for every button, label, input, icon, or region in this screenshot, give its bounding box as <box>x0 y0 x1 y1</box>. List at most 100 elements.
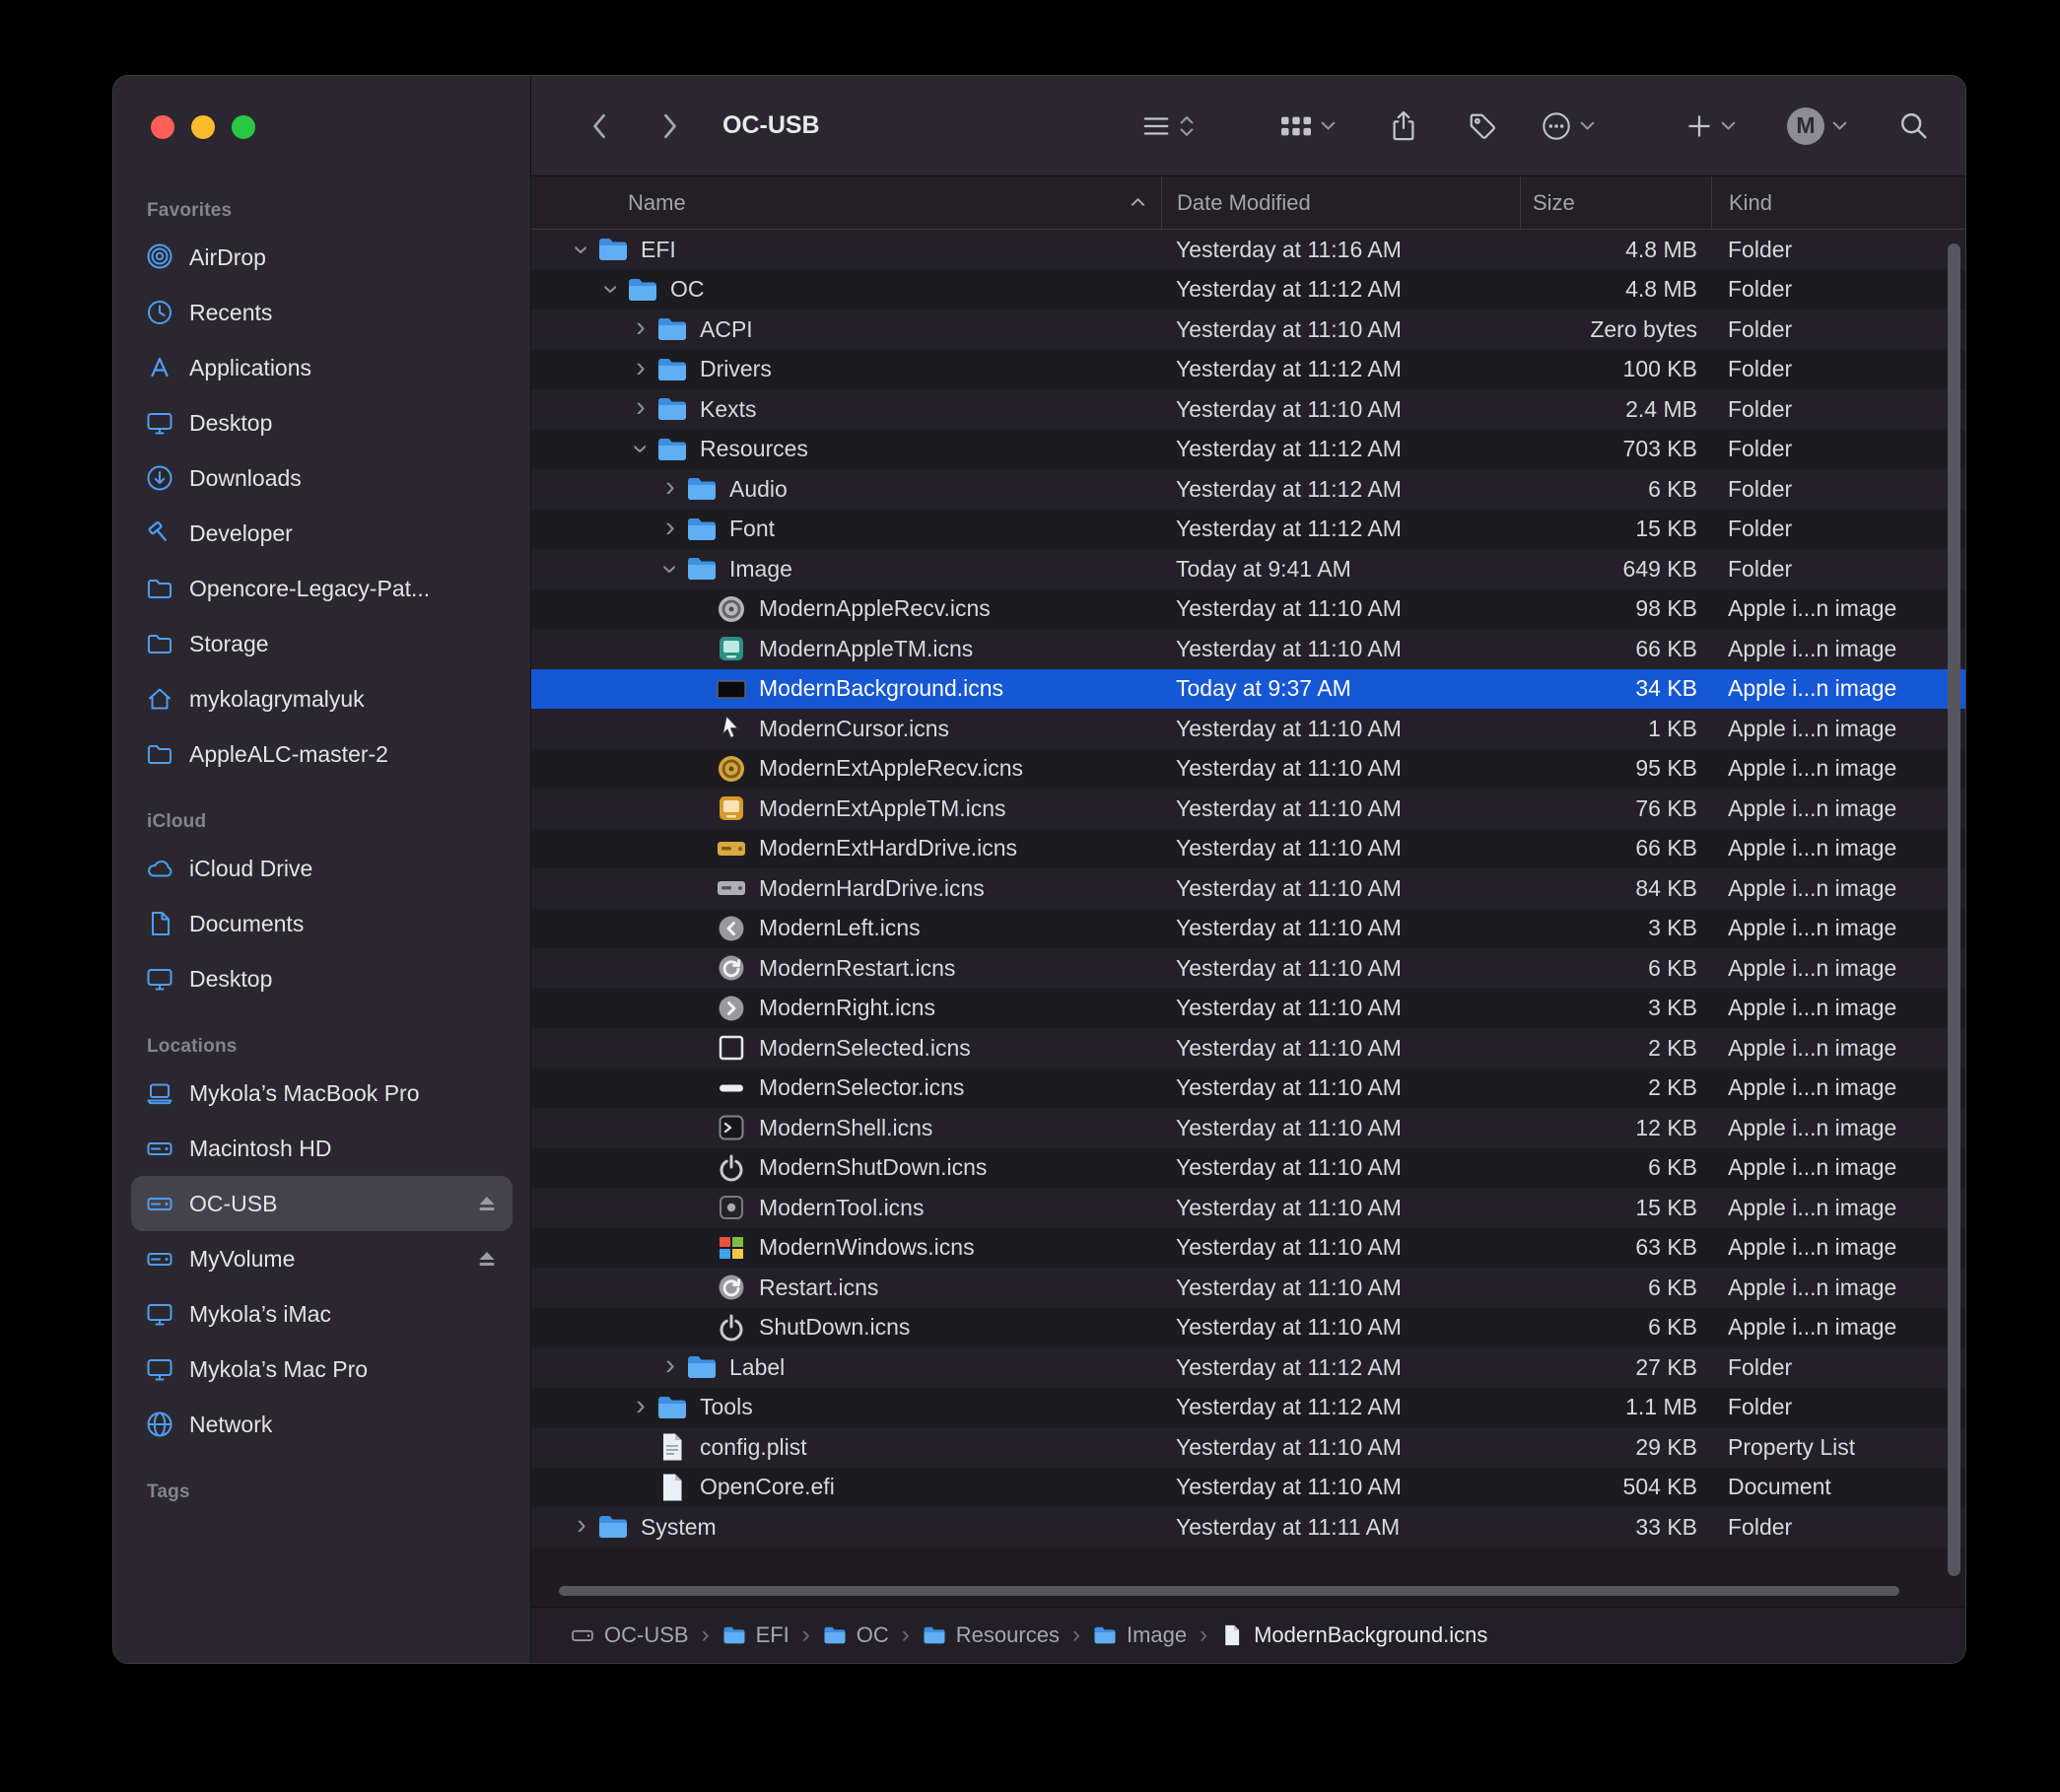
file-row-resources[interactable]: ›ResourcesYesterday at 11:12 AM703 KBFol… <box>531 430 1965 470</box>
disclosure-closed-icon[interactable]: › <box>626 354 655 382</box>
zoom-button[interactable] <box>232 115 255 139</box>
sidebar-item-desktop[interactable]: Desktop <box>131 395 513 450</box>
search-button[interactable] <box>1898 110 1930 142</box>
file-row-modernextapplerecv-icns[interactable]: ModernExtAppleRecv.icnsYesterday at 11:1… <box>531 749 1965 790</box>
disclosure-closed-icon[interactable]: › <box>626 1392 655 1420</box>
sidebar-item-mykola-s-mac-pro[interactable]: Mykola’s Mac Pro <box>131 1342 513 1397</box>
account-button[interactable]: M <box>1787 107 1847 145</box>
column-header-kind[interactable]: Kind <box>1711 176 1965 229</box>
sidebar-item-storage[interactable]: Storage <box>131 616 513 671</box>
file-row-modernbackground-icns[interactable]: ModernBackground.icnsToday at 9:37 AM34 … <box>531 669 1965 710</box>
disclosure-open-icon[interactable]: › <box>568 235 596 264</box>
sidebar-item-recents[interactable]: Recents <box>131 285 513 340</box>
file-row-audio[interactable]: ›AudioYesterday at 11:12 AM6 KBFolder <box>531 469 1965 510</box>
column-header-date-modified[interactable]: Date Modified <box>1161 176 1520 229</box>
file-row-acpi[interactable]: ›ACPIYesterday at 11:10 AMZero bytesFold… <box>531 310 1965 350</box>
file-row-tools[interactable]: ›ToolsYesterday at 11:12 AM1.1 MBFolder <box>531 1388 1965 1428</box>
sidebar-item-downloads[interactable]: Downloads <box>131 450 513 506</box>
file-row-modernextharddrive-icns[interactable]: ModernExtHardDrive.icnsYesterday at 11:1… <box>531 829 1965 869</box>
minimize-button[interactable] <box>191 115 215 139</box>
sidebar-item-oc-usb[interactable]: OC-USB <box>131 1176 513 1231</box>
file-row-restart-icns[interactable]: Restart.icnsYesterday at 11:10 AM6 KBApp… <box>531 1268 1965 1308</box>
sidebar-item-airdrop[interactable]: AirDrop <box>131 230 513 285</box>
sidebar-item-network[interactable]: Network <box>131 1397 513 1452</box>
sidebar-item-myvolume[interactable]: MyVolume <box>131 1231 513 1286</box>
file-row-modernwindows-icns[interactable]: ModernWindows.icnsYesterday at 11:10 AM6… <box>531 1228 1965 1269</box>
disclosure-open-icon[interactable]: › <box>656 554 685 584</box>
file-row-opencore-efi[interactable]: OpenCore.efiYesterday at 11:10 AM504 KBD… <box>531 1468 1965 1508</box>
disclosure-open-icon[interactable]: › <box>597 275 626 305</box>
circle-right-icon <box>715 992 748 1025</box>
file-row-system[interactable]: ›SystemYesterday at 11:11 AM33 KBFolder <box>531 1507 1965 1548</box>
file-kind: Folder <box>1711 516 1965 542</box>
file-row-modernextappletm-icns[interactable]: ModernExtAppleTM.icnsYesterday at 11:10 … <box>531 789 1965 829</box>
share-button[interactable] <box>1389 109 1418 143</box>
path-item-efi[interactable]: EFI <box>722 1622 790 1648</box>
file-row-modernapplerecv-icns[interactable]: ModernAppleRecv.icnsYesterday at 11:10 A… <box>531 589 1965 630</box>
group-button[interactable] <box>1279 111 1336 141</box>
more-actions-button[interactable] <box>1541 110 1595 142</box>
file-row-kexts[interactable]: ›KextsYesterday at 11:10 AM2.4 MBFolder <box>531 389 1965 430</box>
doc-plist-icon <box>655 1430 689 1464</box>
sidebar-item-mykola-s-macbook-pro[interactable]: Mykola’s MacBook Pro <box>131 1066 513 1121</box>
file-row-label[interactable]: ›LabelYesterday at 11:12 AM27 KBFolder <box>531 1347 1965 1388</box>
path-item-resources[interactable]: Resources <box>923 1622 1060 1648</box>
disclosure-closed-icon[interactable]: › <box>567 1511 596 1540</box>
horizontal-scrollbar[interactable] <box>559 1586 1899 1596</box>
sidebar-item-documents[interactable]: Documents <box>131 896 513 951</box>
file-row-modernright-icns[interactable]: ModernRight.icnsYesterday at 11:10 AM3 K… <box>531 989 1965 1029</box>
sidebar-item-icloud-drive[interactable]: iCloud Drive <box>131 841 513 896</box>
column-header-size[interactable]: Size <box>1520 176 1711 229</box>
disclosure-closed-icon[interactable]: › <box>655 514 685 542</box>
file-row-moderncursor-icns[interactable]: ModernCursor.icnsYesterday at 11:10 AM1 … <box>531 709 1965 749</box>
disclosure-closed-icon[interactable]: › <box>655 473 685 502</box>
file-date-modified: Yesterday at 11:10 AM <box>1161 795 1520 822</box>
file-row-font[interactable]: ›FontYesterday at 11:12 AM15 KBFolder <box>531 510 1965 550</box>
back-button[interactable] <box>583 106 616 146</box>
forward-button[interactable] <box>653 106 687 146</box>
file-size: 4.8 MB <box>1520 276 1711 303</box>
path-item-image[interactable]: Image <box>1093 1622 1187 1648</box>
new-item-button[interactable] <box>1685 112 1736 140</box>
column-header-name[interactable]: Name <box>531 176 1161 229</box>
disclosure-closed-icon[interactable]: › <box>626 313 655 342</box>
sidebar-item-applealc-master-2[interactable]: AppleALC-master-2 <box>131 726 513 782</box>
disclosure-closed-icon[interactable]: › <box>626 393 655 422</box>
path-item-oc-usb[interactable]: OC-USB <box>571 1622 689 1648</box>
file-row-modernharddrive-icns[interactable]: ModernHardDrive.icnsYesterday at 11:10 A… <box>531 868 1965 909</box>
eject-icon[interactable] <box>475 1192 499 1215</box>
eject-icon[interactable] <box>475 1247 499 1271</box>
tags-button[interactable] <box>1468 111 1497 141</box>
sidebar-item-mykolagrymalyuk[interactable]: mykolagrymalyuk <box>131 671 513 726</box>
close-button[interactable] <box>151 115 174 139</box>
path-item-modernbackground-icns[interactable]: ModernBackground.icns <box>1220 1622 1487 1648</box>
sidebar-item-applications[interactable]: Applications <box>131 340 513 395</box>
file-row-modernappletm-icns[interactable]: ModernAppleTM.icnsYesterday at 11:10 AM6… <box>531 629 1965 669</box>
file-row-moderntool-icns[interactable]: ModernTool.icnsYesterday at 11:10 AM15 K… <box>531 1188 1965 1228</box>
sidebar-item-mykola-s-imac[interactable]: Mykola’s iMac <box>131 1286 513 1342</box>
file-row-modernselector-icns[interactable]: ModernSelector.icnsYesterday at 11:10 AM… <box>531 1068 1965 1109</box>
shell-icon <box>715 1111 748 1144</box>
disclosure-closed-icon[interactable]: › <box>655 1351 685 1380</box>
file-name: Font <box>729 516 775 542</box>
file-row-config-plist[interactable]: config.plistYesterday at 11:10 AM29 KBPr… <box>531 1427 1965 1468</box>
file-row-image[interactable]: ›ImageToday at 9:41 AM649 KBFolder <box>531 549 1965 589</box>
file-name-cell: ModernAppleRecv.icns <box>531 592 1161 626</box>
file-row-modernrestart-icns[interactable]: ModernRestart.icnsYesterday at 11:10 AM6… <box>531 948 1965 989</box>
file-row-oc[interactable]: ›OCYesterday at 11:12 AM4.8 MBFolder <box>531 270 1965 310</box>
view-options-button[interactable] <box>1141 111 1195 141</box>
file-row-modernshutdown-icns[interactable]: ModernShutDown.icnsYesterday at 11:10 AM… <box>531 1148 1965 1189</box>
sidebar-item-developer[interactable]: Developer <box>131 506 513 561</box>
sidebar-item-desktop[interactable]: Desktop <box>131 951 513 1006</box>
sidebar-item-opencore-legacy-pat[interactable]: Opencore-Legacy-Pat... <box>131 561 513 616</box>
vertical-scrollbar[interactable] <box>1948 243 1960 1576</box>
file-row-modernselected-icns[interactable]: ModernSelected.icnsYesterday at 11:10 AM… <box>531 1028 1965 1068</box>
path-item-oc[interactable]: OC <box>823 1622 889 1648</box>
file-row-drivers[interactable]: ›DriversYesterday at 11:12 AM100 KBFolde… <box>531 350 1965 390</box>
disclosure-open-icon[interactable]: › <box>627 435 655 464</box>
file-row-modernleft-icns[interactable]: ModernLeft.icnsYesterday at 11:10 AM3 KB… <box>531 909 1965 949</box>
file-row-modernshell-icns[interactable]: ModernShell.icnsYesterday at 11:10 AM12 … <box>531 1108 1965 1148</box>
sidebar-item-macintosh-hd[interactable]: Macintosh HD <box>131 1121 513 1176</box>
file-row-efi[interactable]: ›EFIYesterday at 11:16 AM4.8 MBFolder <box>531 230 1965 270</box>
file-row-shutdown-icns[interactable]: ShutDown.icnsYesterday at 11:10 AM6 KBAp… <box>531 1308 1965 1348</box>
